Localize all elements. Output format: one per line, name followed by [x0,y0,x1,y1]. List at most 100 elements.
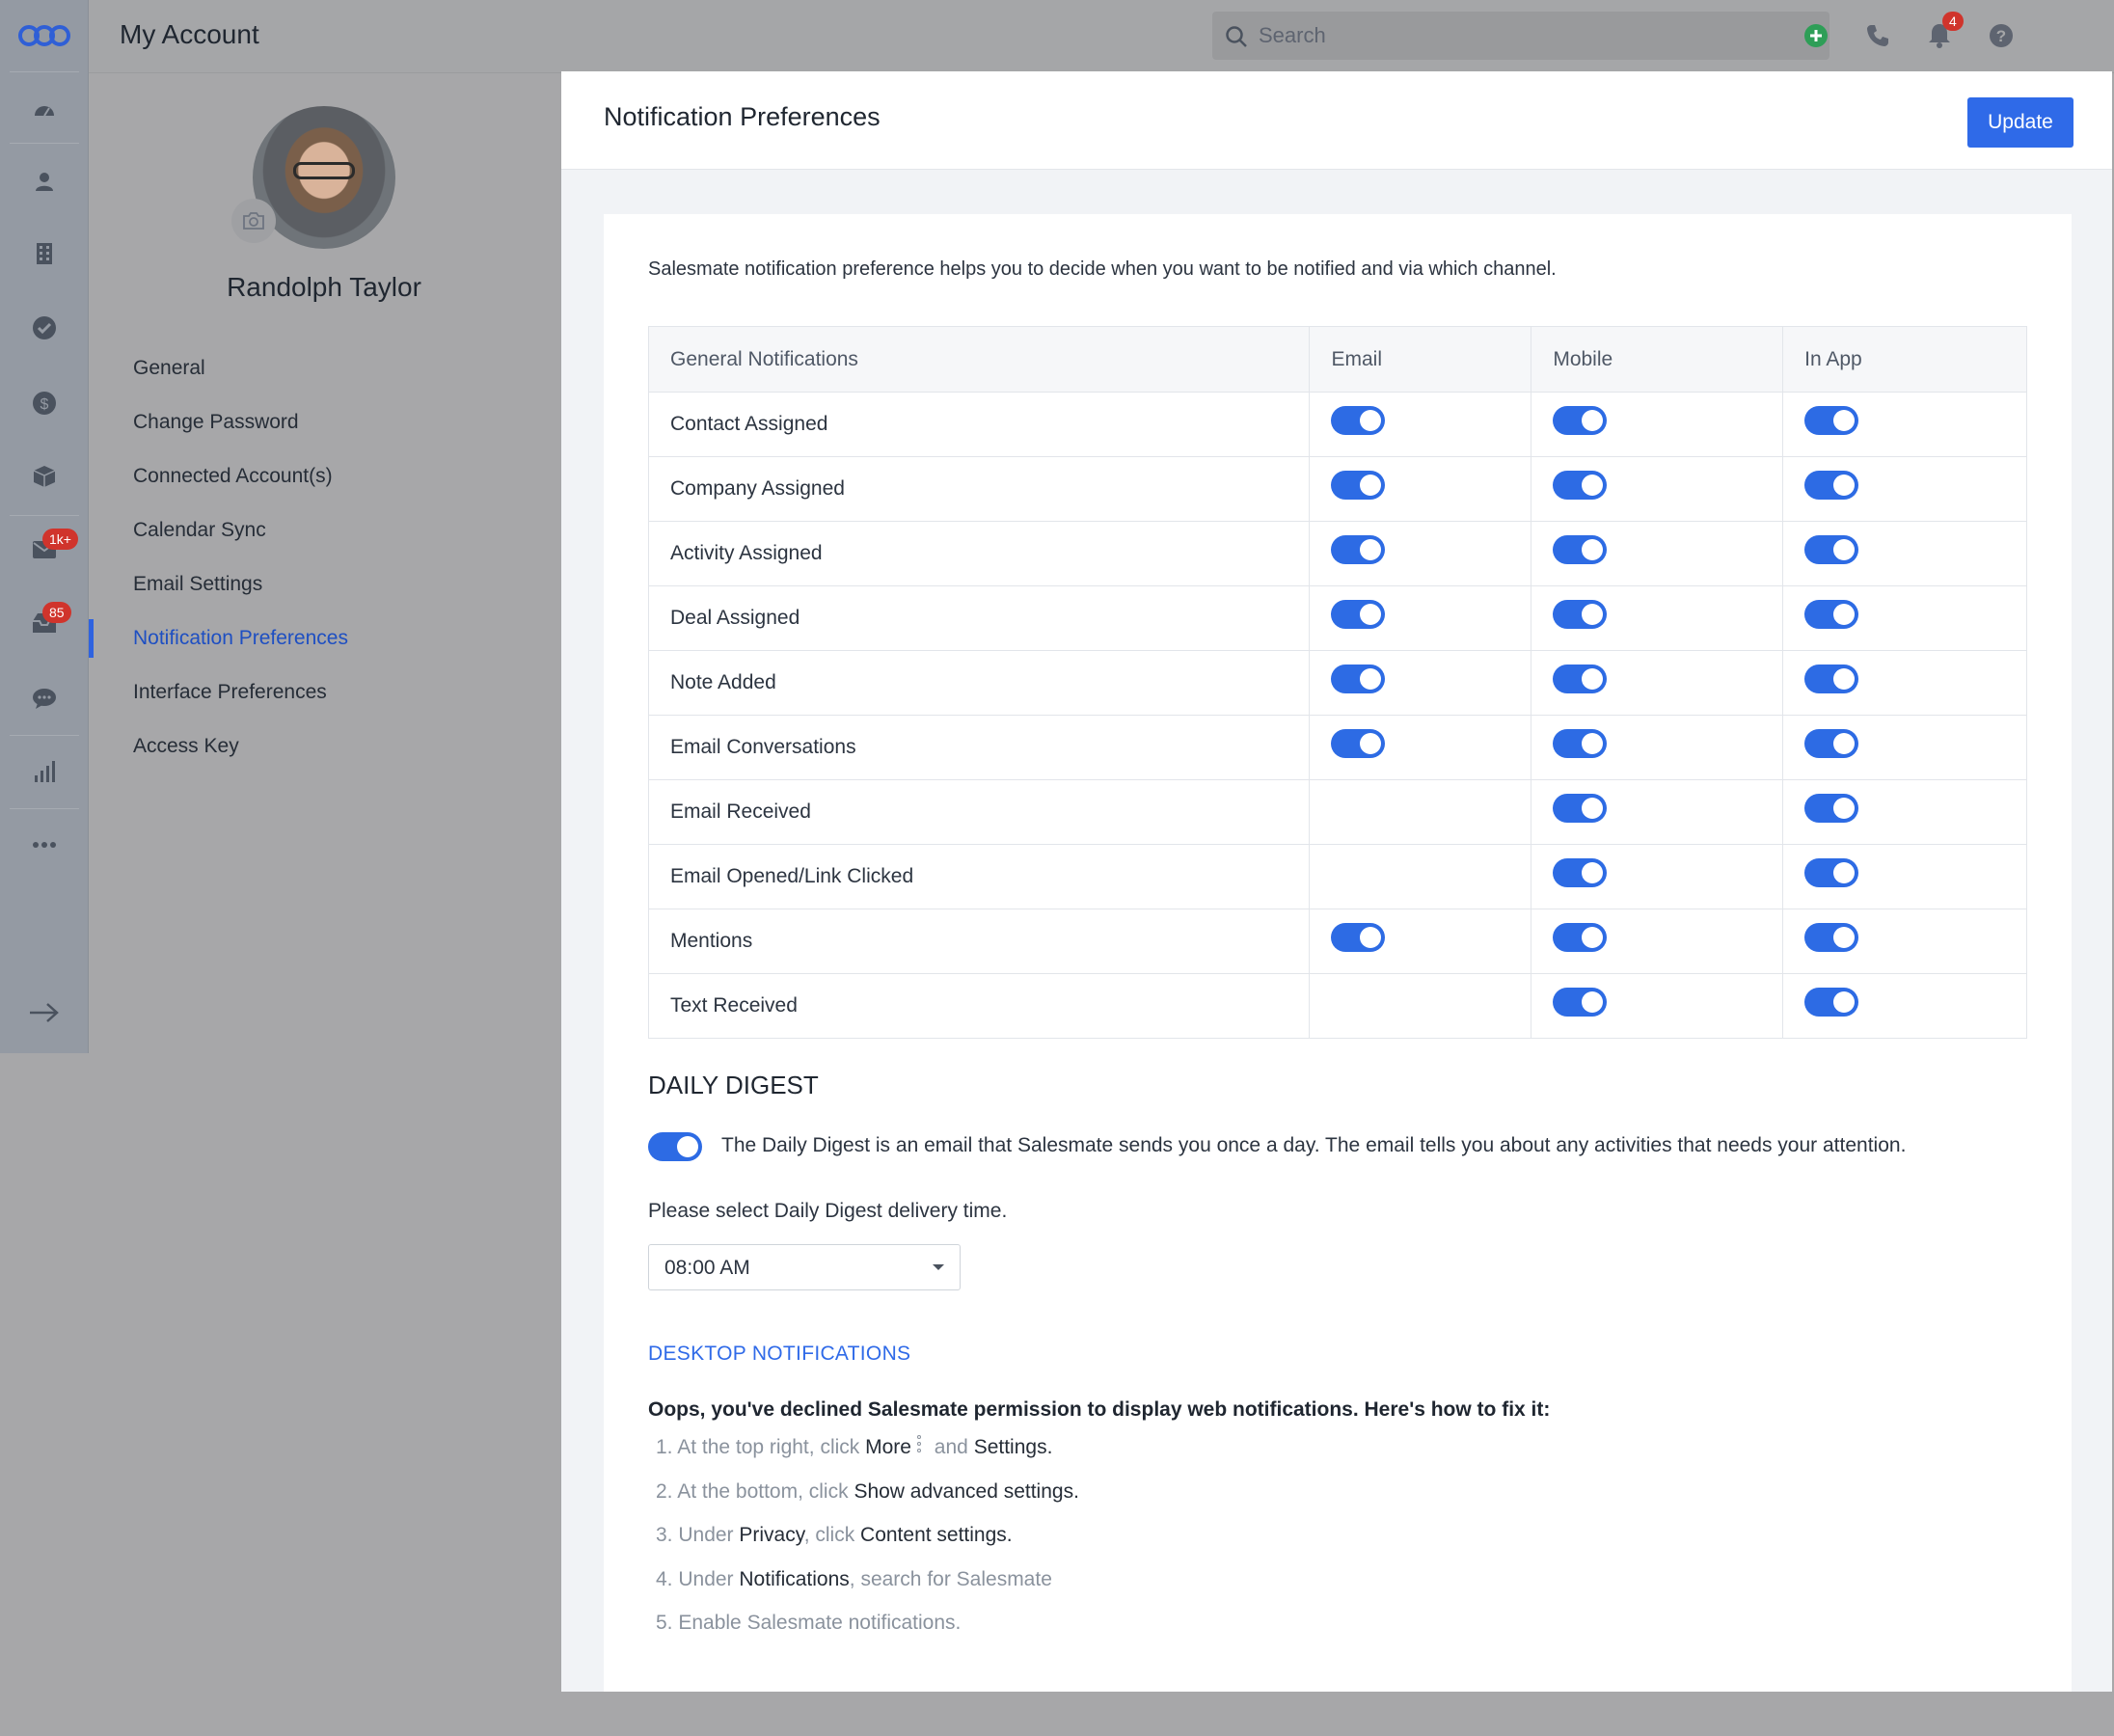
column-header: Mobile [1531,326,1784,393]
add-icon[interactable] [1800,19,1832,52]
toggle-cell-inapp [1782,844,2027,909]
toggle-cell-mobile [1531,909,1784,974]
step-keyword: Content settings [860,1524,1007,1546]
step-keyword: Show advanced settings [854,1479,1074,1503]
account-menu: General Change Password Connected Accoun… [89,341,559,773]
inapp-toggle[interactable] [1804,535,1859,564]
notification-label: Email Conversations [647,715,1311,780]
inapp-toggle[interactable] [1804,665,1859,693]
mobile-toggle[interactable] [1553,406,1608,435]
menu-item-notification-preferences[interactable]: Notification Preferences [89,611,559,665]
salesmate-logo[interactable] [17,21,71,50]
products-icon[interactable] [25,457,64,496]
daily-digest-description: The Daily Digest is an email that Salesm… [721,1134,1907,1156]
companies-icon[interactable] [25,234,64,273]
column-header: In App [1782,326,2027,393]
toggle-cell-mobile [1531,392,1784,457]
daily-digest-toggle[interactable] [648,1132,702,1161]
inapp-toggle[interactable] [1804,729,1859,758]
rail-divider [10,515,79,516]
menu-item-access-key[interactable]: Access Key [89,719,559,773]
mobile-toggle[interactable] [1553,600,1608,629]
dashboard-icon[interactable] [25,91,64,129]
menu-item-change-password[interactable]: Change Password [89,395,559,449]
account-sidebar: Randolph Taylor General Change Password … [89,73,559,1053]
deals-icon[interactable]: $ [25,384,64,422]
email-toggle[interactable] [1331,406,1386,435]
mobile-toggle[interactable] [1553,858,1608,887]
notifications-table: General Notifications Email Mobile In Ap… [647,326,2027,1039]
step-text: . [1046,1436,1053,1458]
menu-item-email-settings[interactable]: Email Settings [89,557,559,611]
mobile-toggle[interactable] [1553,794,1608,823]
step-text: , click [803,1524,861,1546]
toggle-cell-email [1309,973,1532,1039]
email-toggle[interactable] [1331,471,1386,500]
toggle-cell-inapp [1782,650,2027,716]
step-text: . [1006,1524,1013,1546]
table-row: Email Conversations [647,715,2027,780]
chat-icon[interactable] [25,679,64,718]
column-header: Email [1309,326,1532,393]
daily-digest-title: DAILY DIGEST [648,1071,819,1099]
inapp-toggle[interactable] [1804,471,1859,500]
inapp-toggle[interactable] [1804,600,1859,629]
toggle-cell-mobile [1531,973,1784,1039]
rail-divider [10,71,79,72]
toggle-cell-mobile [1531,521,1784,586]
table-row: Contact Assigned [647,392,2027,457]
mobile-toggle[interactable] [1553,988,1608,1017]
step-keyword: More [865,1436,911,1458]
menu-item-connected-accounts[interactable]: Connected Account(s) [89,449,559,503]
notification-label: Mentions [647,909,1311,974]
mobile-toggle[interactable] [1553,535,1608,564]
top-bar: My Account Search 4 ? [89,0,2114,73]
step-keyword: Notifications [739,1567,850,1590]
inapp-toggle[interactable] [1804,858,1859,887]
table-row: Deal Assigned [647,585,2027,651]
more-icon[interactable] [25,826,64,864]
reports-icon[interactable] [25,752,64,791]
step-text: 5. Enable Salesmate notifications. [656,1612,962,1634]
menu-item-calendar-sync[interactable]: Calendar Sync [89,503,559,557]
notification-label: Activity Assigned [647,521,1311,586]
delivery-time-label: Please select Daily Digest delivery time… [648,1200,1008,1222]
mobile-toggle[interactable] [1553,729,1608,758]
step-text: 1. At the top right, click [656,1436,866,1458]
inapp-toggle[interactable] [1804,923,1859,952]
photo-detail [293,162,355,179]
phone-icon[interactable] [1861,19,1894,52]
toggle-cell-inapp [1782,779,2027,845]
email-toggle[interactable] [1331,729,1386,758]
email-toggle[interactable] [1331,923,1386,952]
svg-text:$: $ [41,396,49,413]
preferences-card: Salesmate notification preference helps … [604,214,2072,1692]
inapp-toggle[interactable] [1804,794,1859,823]
email-toggle[interactable] [1331,665,1386,693]
email-toggle[interactable] [1331,535,1386,564]
page-title: My Account [120,19,259,49]
toggle-cell-mobile [1531,715,1784,780]
menu-item-general[interactable]: General [89,341,559,395]
toggle-cell-inapp [1782,973,2027,1039]
contacts-icon[interactable] [25,162,64,201]
inapp-toggle[interactable] [1804,988,1859,1017]
tasks-icon[interactable] [25,309,64,347]
table-row: Text Received [647,973,2027,1039]
delivery-time-select[interactable]: 08:00 AM [648,1244,961,1290]
camera-icon[interactable] [231,199,276,243]
menu-item-interface-preferences[interactable]: Interface Preferences [89,665,559,719]
inapp-toggle[interactable] [1804,406,1859,435]
search-input[interactable]: Search [1212,12,1829,60]
rail-divider [10,808,79,809]
mobile-toggle[interactable] [1553,923,1608,952]
mobile-toggle[interactable] [1553,471,1608,500]
list-item: 3. Under Privacy, click Content settings… [656,1521,1079,1565]
profile-name: Randolph Taylor [227,272,421,302]
mobile-toggle[interactable] [1553,665,1608,693]
expand-arrow-icon[interactable] [25,993,64,1032]
update-button[interactable]: Update [1967,97,2073,148]
toggle-cell-email [1309,844,1532,909]
help-icon[interactable]: ? [1985,19,2018,52]
email-toggle[interactable] [1331,600,1386,629]
